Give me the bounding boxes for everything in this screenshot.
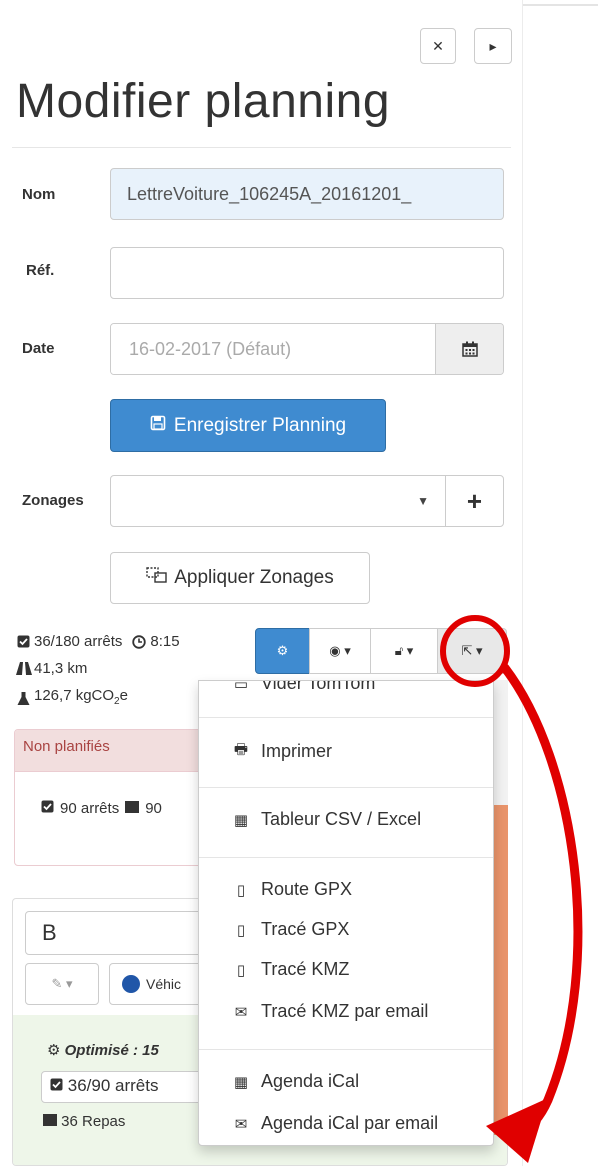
- planning-stats: 36/180 arrêts 8:15 41,3 km 126,7 kgCO2e: [16, 628, 180, 715]
- route-stops: 36/90 arrêts: [67, 1076, 159, 1095]
- stats-distance-row: 41,3 km: [16, 655, 180, 682]
- zones-icon: [146, 567, 168, 589]
- clock-icon: [132, 634, 147, 649]
- menu-divider: [199, 1049, 493, 1050]
- title-divider: [12, 147, 511, 148]
- menu-divider: [199, 717, 493, 718]
- map-top-border: [523, 4, 598, 6]
- date-label: Date: [22, 340, 55, 357]
- envelope-icon: ✉: [234, 1115, 248, 1133]
- eye-icon: ◉ ▾: [329, 643, 351, 658]
- stats-stops: 36/180 arrêts: [34, 633, 123, 650]
- apply-zonages-label: Appliquer Zonages: [174, 567, 334, 588]
- menu-item-label: Tableur CSV / Excel: [261, 809, 422, 829]
- menu-item-track-kmz-email[interactable]: ✉ Tracé KMZ par email: [231, 1001, 429, 1022]
- envelope-icon: ✉: [234, 1003, 248, 1021]
- menu-divider: [199, 857, 493, 858]
- page-title: Modifier planning: [16, 75, 391, 128]
- stats-duration: 8:15: [150, 633, 180, 650]
- tablet-icon: ▭: [233, 680, 249, 693]
- menu-item-label: Imprimer: [261, 741, 332, 761]
- menu-item-csv[interactable]: ▦ Tableur CSV / Excel: [231, 809, 421, 830]
- table-icon: ▦: [233, 811, 249, 829]
- calendar-icon: ▦: [233, 1073, 249, 1091]
- route-vehicle: Véhic: [146, 976, 182, 992]
- save-planning-button[interactable]: Enregistrer Planning: [110, 399, 386, 452]
- route-optimized-text: Optimisé : 15: [64, 1042, 159, 1059]
- share-square-icon: ⇱ ▾: [461, 643, 483, 658]
- cogs-icon: ⚙: [276, 643, 289, 658]
- nom-input[interactable]: LettreVoiture_106245A_20161201_: [110, 168, 504, 220]
- unplanned-count: 90: [145, 800, 162, 817]
- nom-label: Nom: [22, 186, 56, 203]
- ref-input[interactable]: [110, 247, 504, 299]
- save-planning-label: Enregistrer Planning: [173, 414, 347, 436]
- route-optimized: ⚙ Optimisé : 15: [47, 1041, 159, 1059]
- map-pane: [522, 0, 598, 1166]
- menu-item-label: Agenda iCal par email: [261, 1113, 439, 1133]
- mobile-icon: ▯: [236, 881, 246, 899]
- compress-arrows-icon[interactable]: ✕: [420, 28, 456, 64]
- stats-distance: 41,3 km: [34, 660, 88, 677]
- date-input[interactable]: 16-02-2017 (Défaut): [111, 324, 435, 374]
- road-icon: [16, 661, 32, 676]
- zonages-select[interactable]: ▼: [110, 475, 446, 527]
- floppy-disk-icon: [150, 415, 166, 437]
- print-icon: 🖶: [233, 741, 249, 758]
- meal-box-icon: [43, 1113, 57, 1130]
- menu-item-label: Agenda iCal: [261, 1071, 360, 1091]
- gear-icon: ⚙: [47, 1042, 65, 1059]
- route-meals-row: 36 Repas: [43, 1113, 125, 1130]
- route-color-dropdown[interactable]: ✎ ▾: [25, 963, 99, 1005]
- flask-icon: [16, 691, 30, 706]
- menu-item-label: Vider TomTom: [261, 680, 376, 693]
- menu-item-track-gpx[interactable]: ▯ Tracé GPX: [231, 919, 350, 940]
- scrollbar-track[interactable]: [492, 680, 508, 805]
- menu-item-track-kmz[interactable]: ▯ Tracé KMZ: [231, 959, 349, 980]
- route-meals: 36 Repas: [61, 1113, 126, 1130]
- unlock-icon: 🔓︎ ▾: [394, 643, 414, 658]
- menu-item-ical-email[interactable]: ✉ Agenda iCal par email: [231, 1113, 438, 1134]
- menu-item-label: Tracé GPX: [261, 919, 350, 939]
- zonages-label: Zonages: [22, 492, 84, 509]
- menu-item-ical[interactable]: ▦ Agenda iCal: [231, 1071, 359, 1092]
- mobile-icon: ▯: [236, 921, 246, 939]
- menu-item-label: Tracé KMZ par email: [261, 1001, 429, 1021]
- caret-down-icon: ▼: [417, 494, 429, 508]
- meal-box-icon: [125, 800, 140, 817]
- calendar-icon[interactable]: [435, 324, 503, 374]
- export-dropdown-button[interactable]: ⇱ ▾: [437, 628, 507, 674]
- caret-right-icon[interactable]: ▸: [474, 28, 512, 64]
- ref-label: Réf.: [26, 262, 55, 279]
- visibility-dropdown-button[interactable]: ◉ ▾: [309, 628, 371, 674]
- add-zonage-button[interactable]: +: [445, 475, 504, 527]
- stats-co2-row: 126,7 kgCO2e: [16, 682, 180, 715]
- menu-item-route-gpx[interactable]: ▯ Route GPX: [231, 879, 352, 900]
- optimize-button[interactable]: ⚙: [255, 628, 310, 674]
- export-dropdown-menu: ▭ Vider TomTom 🖶 Imprimer ▦ Tableur CSV / E…: [198, 680, 494, 1146]
- menu-item-label: Tracé KMZ: [261, 959, 350, 979]
- unplanned-stops: 90 arrêts: [60, 800, 120, 817]
- date-field: 16-02-2017 (Défaut): [110, 323, 504, 375]
- check-square-icon: [16, 635, 30, 649]
- vehicle-color-dot: [122, 975, 140, 993]
- stats-co2-suffix: e: [119, 687, 128, 704]
- check-square-icon: [41, 800, 54, 817]
- menu-item-print[interactable]: 🖶 Imprimer: [231, 739, 332, 764]
- stats-stops-row: 36/180 arrêts 8:15: [16, 628, 180, 655]
- menu-item-label: Route GPX: [261, 879, 353, 899]
- scrollbar-thumb[interactable]: [492, 805, 508, 1135]
- stats-co2-value: 126,7 kgCO: [34, 687, 115, 704]
- lock-dropdown-button[interactable]: 🔓︎ ▾: [370, 628, 438, 674]
- menu-item-clear-tomtom[interactable]: ▭ Vider TomTom: [231, 680, 376, 694]
- check-square-icon: [50, 1076, 63, 1095]
- mobile-icon: ▯: [236, 961, 246, 979]
- menu-divider: [199, 787, 493, 788]
- apply-zonages-button[interactable]: Appliquer Zonages: [110, 552, 370, 604]
- stats-co2: 126,7 kgCO2e: [34, 682, 128, 715]
- paint-brush-icon: ✎ ▾: [51, 976, 73, 991]
